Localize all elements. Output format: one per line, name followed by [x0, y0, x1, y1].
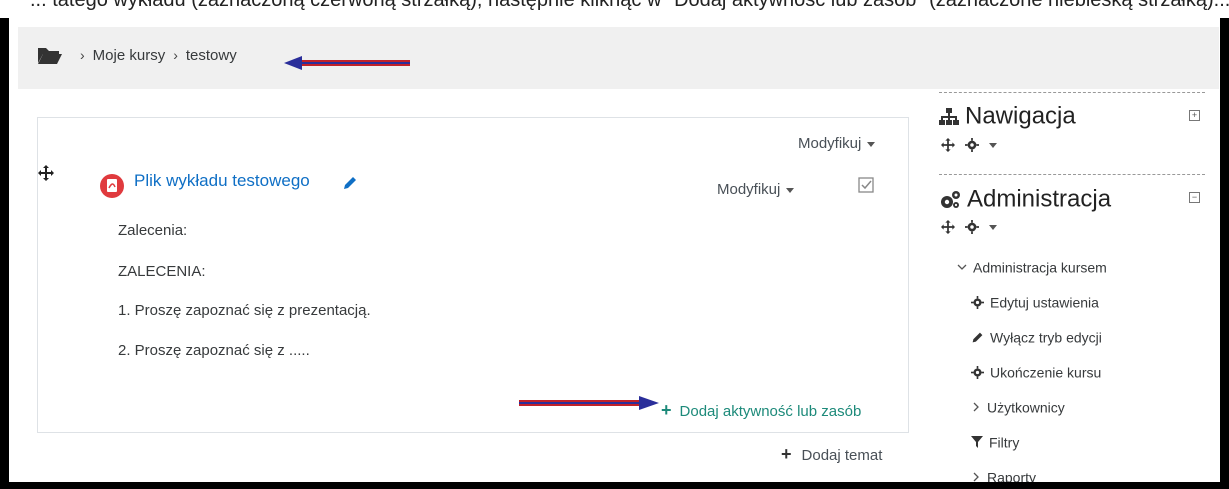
caret-down-icon[interactable] — [988, 142, 997, 148]
activity-description-line: 2. Proszę zapoznać się z ..... — [118, 342, 310, 359]
breadcrumb-course[interactable]: testowy — [186, 47, 237, 64]
folder-open-icon — [38, 48, 62, 64]
admin-item-reports[interactable]: Raporty — [971, 468, 1036, 482]
administration-block-tools — [941, 218, 997, 235]
gear-icon[interactable] — [964, 220, 979, 235]
admin-item-turn-editing-off[interactable]: Wyłącz tryb edycji — [971, 328, 1102, 345]
activity-modify-menu[interactable]: Modyfikuj — [717, 181, 795, 198]
chevron-right-icon — [973, 472, 979, 482]
activity-description-line: 1. Proszę zapoznać się z prezentacją. — [118, 302, 371, 319]
add-topic-button[interactable]: + Dodaj temat — [781, 444, 882, 465]
completion-checkbox-icon[interactable] — [858, 177, 874, 193]
caret-down-icon — [867, 141, 876, 147]
navigation-block-tools — [941, 136, 997, 153]
section-modify-menu[interactable]: Modyfikuj — [798, 135, 876, 152]
admin-item-label: Ukończenie kursu — [990, 364, 1102, 381]
top-instruction-strip: ... tatego wykładu (zaznaczoną czerwoną … — [0, 0, 1229, 18]
admin-item-label: Raporty — [987, 469, 1037, 482]
navigation-block-title: Nawigacja — [939, 102, 1076, 131]
admin-item-label: Edytuj ustawienia — [990, 294, 1099, 311]
block-divider — [939, 174, 1205, 175]
admin-item-course-administration[interactable]: Administracja kursem — [957, 258, 1107, 275]
plus-icon: + — [661, 400, 672, 420]
activity-description-line: Zalecenia: — [118, 222, 188, 239]
admin-item-label: Filtry — [989, 434, 1020, 451]
admin-item-label: Użytkownicy — [987, 399, 1065, 416]
chevron-down-icon — [957, 264, 967, 271]
top-instruction-text: ... tatego wykładu (zaznaczoną czerwoną … — [30, 0, 1229, 11]
screenshot-frame: › Moje kursy › testowy Modyfikuj Plik wykła… — [9, 18, 1220, 482]
activity-description-line: ZALECENIA: — [118, 263, 206, 280]
move-icon[interactable] — [38, 165, 54, 181]
move-icon[interactable] — [941, 220, 955, 235]
breadcrumb-my-courses[interactable]: Moje kursy — [93, 47, 166, 64]
sitemap-icon — [939, 107, 959, 125]
admin-item-users[interactable]: Użytkownicy — [971, 398, 1065, 415]
pdf-icon — [100, 174, 124, 198]
admin-item-label: Wyłącz tryb edycji — [990, 329, 1102, 346]
pencil-icon — [972, 332, 983, 343]
move-icon[interactable] — [941, 138, 955, 153]
cogs-icon — [941, 190, 960, 208]
activity-title-link[interactable]: Plik wykładu testowego — [134, 171, 310, 191]
administration-block-label: Administracja — [967, 185, 1112, 213]
admin-item-course-completion[interactable]: Ukończenie kursu — [971, 363, 1101, 380]
section-modify-label: Modyfikuj — [798, 135, 862, 152]
activity-modify-label: Modyfikuj — [717, 181, 781, 198]
caret-down-icon[interactable] — [988, 224, 997, 230]
breadcrumb-separator: › — [80, 47, 85, 64]
add-activity-button[interactable]: + Dodaj aktywność lub zasób — [661, 400, 861, 421]
breadcrumb: › Moje kursy › testowy — [72, 46, 237, 64]
administration-block-title: Administracja — [939, 185, 1111, 214]
collapse-block-icon[interactable]: + — [1189, 110, 1200, 121]
breadcrumb-bar: › Moje kursy › testowy — [18, 27, 1219, 89]
collapse-block-icon[interactable]: − — [1189, 192, 1200, 203]
gear-icon[interactable] — [964, 138, 979, 153]
admin-item-label: Administracja kursem — [973, 259, 1107, 276]
chevron-right-icon — [973, 402, 979, 412]
add-topic-label: Dodaj temat — [801, 447, 883, 464]
admin-item-filters[interactable]: Filtry — [971, 433, 1019, 450]
edit-title-pencil-icon[interactable] — [342, 175, 358, 191]
plus-icon: + — [781, 444, 792, 464]
filter-icon — [971, 436, 983, 449]
blue-pointer-arrow-icon — [519, 396, 659, 410]
gear-icon — [971, 365, 984, 379]
admin-item-edit-settings[interactable]: Edytuj ustawienia — [971, 293, 1099, 310]
block-divider — [939, 92, 1205, 93]
breadcrumb-separator: › — [173, 47, 178, 64]
gear-icon — [971, 295, 984, 309]
add-activity-label: Dodaj aktywność lub zasób — [679, 403, 862, 420]
red-pointer-arrow-icon — [284, 56, 410, 70]
navigation-block-label: Nawigacja — [965, 102, 1076, 130]
caret-down-icon — [786, 187, 795, 193]
